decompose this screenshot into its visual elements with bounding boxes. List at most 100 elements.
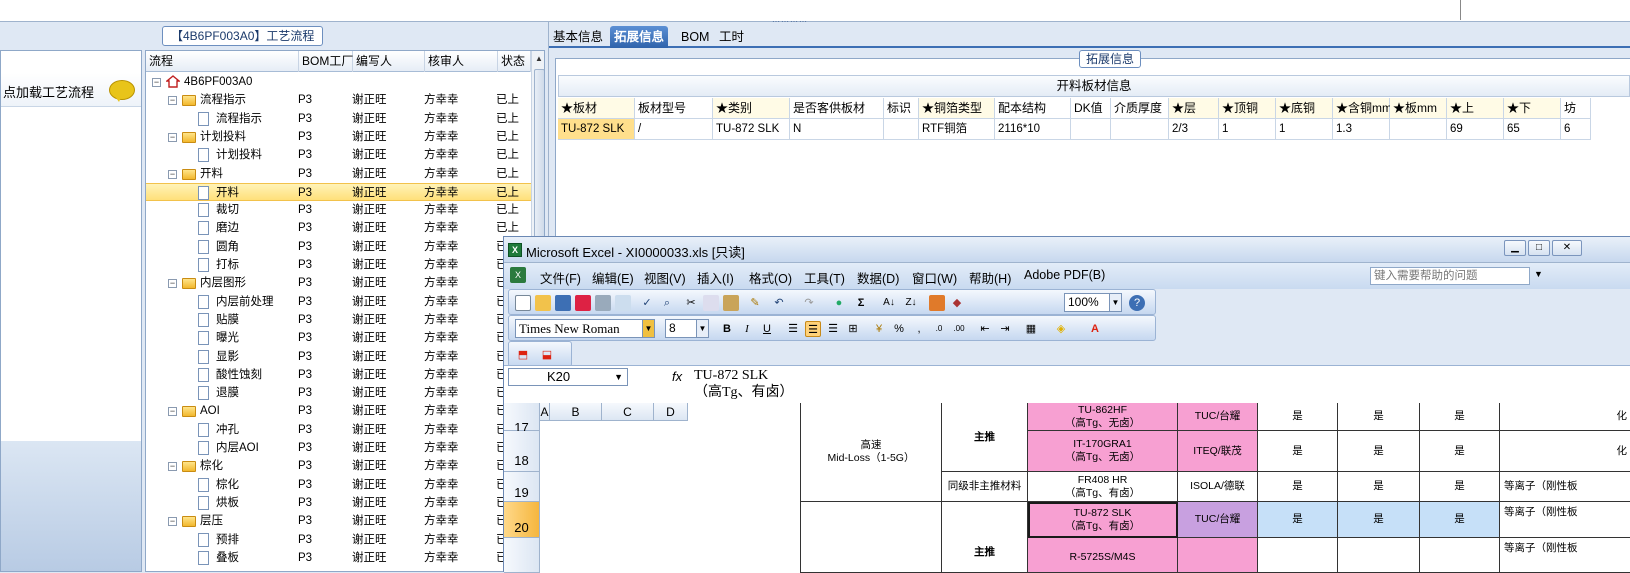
row-header-17[interactable]: 17 — [504, 403, 540, 435]
material-cell[interactable]: RTF铜箔 — [919, 119, 995, 140]
fx-icon[interactable]: fx — [672, 369, 682, 384]
material-cell[interactable] — [884, 119, 919, 140]
col-header-reviewer[interactable]: 核审人 — [425, 51, 498, 72]
tree-row[interactable]: −层压P3谢正旺方幸幸已上 — [146, 512, 531, 530]
material-col-header[interactable]: ★板mm — [1390, 98, 1447, 119]
material-col-header[interactable]: ★顶铜 — [1219, 98, 1276, 119]
tree-row[interactable]: 叠板P3谢正旺方幸幸已上 — [146, 549, 531, 567]
tree-row[interactable]: 显影P3谢正旺方幸幸已上 — [146, 348, 531, 366]
italic-icon[interactable]: I — [739, 321, 755, 337]
font-dropdown-icon[interactable]: ▼ — [642, 320, 654, 337]
supplier-cell-20[interactable]: TUC/台耀 — [1178, 502, 1258, 538]
print-icon[interactable] — [595, 295, 611, 311]
align-center-icon[interactable]: ☰ — [805, 321, 821, 337]
tree-row[interactable]: −AOIP3谢正旺方幸幸已上 — [146, 402, 531, 420]
process-cell-20[interactable]: 等离子（刚性板 — [1500, 502, 1630, 538]
minimize-icon[interactable]: ▁ — [1504, 240, 1526, 256]
align-left-icon[interactable]: ☰ — [785, 321, 801, 337]
research-icon[interactable]: ⌕ — [659, 295, 675, 311]
collapse-toggle-icon[interactable]: − — [168, 462, 177, 472]
tree-row[interactable]: 酸性蚀刻P3谢正旺方幸幸已上 — [146, 366, 531, 384]
yes-cell[interactable]: 是 — [1420, 502, 1500, 538]
tree-row[interactable]: 预排P3谢正旺方幸幸已上 — [146, 531, 531, 549]
undo-icon[interactable]: ↶ — [771, 295, 787, 311]
material-cell[interactable] — [1071, 119, 1111, 140]
fill-color-icon[interactable]: ◈ — [1053, 321, 1069, 337]
menu-window[interactable]: 窗口(W) — [912, 268, 957, 287]
menu-adobe-pdf[interactable]: Adobe PDF(B) — [1024, 268, 1105, 282]
tree-row[interactable]: 内层AOIP3谢正旺方幸幸已上 — [146, 439, 531, 457]
menu-edit[interactable]: 编辑(E) — [592, 268, 634, 287]
tree-row[interactable]: 打标P3谢正旺方幸幸已上 — [146, 256, 531, 274]
yes-cell[interactable]: 是 — [1420, 472, 1500, 502]
yes-cell[interactable]: 是 — [1338, 431, 1420, 472]
tree-row[interactable]: 开料 P3 谢正旺 方幸幸 已上 — [146, 182, 531, 202]
close-icon[interactable]: ✕ — [1552, 240, 1582, 256]
tree-row[interactable]: 冲孔P3谢正旺方幸幸已上 — [146, 421, 531, 439]
underline-icon[interactable]: U — [759, 321, 775, 337]
percent-icon[interactable]: % — [891, 321, 907, 337]
cut-icon[interactable]: ✂ — [683, 295, 699, 311]
material-col-header[interactable]: ★板材 — [558, 98, 635, 119]
menu-tools[interactable]: 工具(T) — [804, 268, 845, 287]
open-icon[interactable] — [535, 295, 551, 311]
material-cell[interactable] — [1390, 119, 1447, 140]
tree-row[interactable]: 棕化P3谢正旺方幸幸已上 — [146, 476, 531, 494]
format-painter-icon[interactable]: ✎ — [747, 295, 763, 311]
material-cell-17[interactable]: TU-862HF （高Tg、无卤） — [1028, 403, 1178, 431]
sort-ascending-icon[interactable]: A↓ — [881, 295, 897, 311]
align-right-icon[interactable]: ☰ — [825, 321, 841, 337]
scroll-up-icon[interactable]: ▲ — [535, 54, 543, 63]
material-cell[interactable]: 69 — [1447, 119, 1504, 140]
yes-cell[interactable]: 是 — [1258, 431, 1338, 472]
font-name-select[interactable]: Times New Roman ▼ — [515, 319, 655, 338]
copy-icon[interactable] — [703, 295, 719, 311]
tree-row[interactable]: 退膜P3谢正旺方幸幸已上 — [146, 384, 531, 402]
borders-icon[interactable]: ▦ — [1023, 321, 1039, 337]
tab-extended-info[interactable]: 拓展信息 — [610, 26, 669, 48]
font-size-dropdown-icon[interactable]: ▼ — [696, 320, 708, 337]
help-dropdown-icon[interactable]: ▼ — [1534, 269, 1543, 279]
name-box[interactable]: K20 ▼ — [508, 368, 628, 386]
process-cell-19[interactable]: 等离子（刚性板 — [1500, 472, 1630, 502]
pdf-email-icon[interactable]: ⬓ — [539, 347, 555, 363]
yes-cell[interactable]: 是 — [1258, 472, 1338, 502]
zoom-dropdown-icon[interactable]: ▼ — [1109, 294, 1121, 311]
material-cell-19[interactable]: FR408 HR （高Tg、有卤） — [1028, 472, 1178, 502]
permission-icon[interactable] — [575, 295, 591, 311]
material-cell[interactable]: 1.3 — [1333, 119, 1390, 140]
material-cell[interactable]: TU-872 SLK — [558, 119, 635, 140]
material-cell[interactable]: N — [790, 119, 884, 140]
name-box-dropdown-icon[interactable]: ▼ — [614, 369, 623, 385]
help-icon[interactable]: ? — [1129, 295, 1145, 311]
tree-row[interactable]: 裁切 P3 谢正旺 方幸幸 已上 — [146, 201, 531, 219]
tab-work-hours[interactable]: 工时 — [715, 26, 748, 48]
row-header-18[interactable]: 18 — [504, 431, 540, 472]
empty-category-cell[interactable] — [800, 502, 942, 573]
material-col-header[interactable]: ★类别 — [713, 98, 790, 119]
tree-row[interactable]: 烘板P3谢正旺方幸幸已上 — [146, 494, 531, 512]
decrease-decimal-icon[interactable]: .00 — [951, 321, 967, 337]
col-header-c[interactable]: C — [602, 403, 654, 421]
same-level-cell[interactable]: 同级非主推材料 — [942, 472, 1028, 502]
material-col-header[interactable]: 是否客供板材 — [790, 98, 884, 119]
hyperlink-icon[interactable]: ● — [831, 295, 847, 311]
material-col-header[interactable]: DK值 — [1071, 98, 1111, 119]
tree-row[interactable]: − 开料 P3 谢正旺 方幸幸 已上 — [146, 165, 531, 183]
process-cell-18[interactable]: 化 — [1500, 431, 1630, 472]
paste-icon[interactable] — [723, 295, 739, 311]
spelling-icon[interactable]: ✓ — [639, 295, 655, 311]
collapse-toggle-icon[interactable]: − — [168, 132, 177, 142]
tree-row[interactable]: 贴膜P3谢正旺方幸幸已上 — [146, 311, 531, 329]
menu-data[interactable]: 数据(D) — [857, 268, 899, 287]
collapse-toggle-icon[interactable]: − — [168, 407, 177, 417]
empty-cell[interactable] — [1338, 538, 1420, 573]
collapse-toggle-icon[interactable]: − — [168, 517, 177, 527]
tree-row[interactable]: −内层图形P3谢正旺方幸幸已上 — [146, 274, 531, 292]
main-recommend-cell-2[interactable]: 主推 — [942, 502, 1028, 573]
material-col-header[interactable]: 配本结构 — [995, 98, 1071, 119]
material-col-header[interactable]: 坊 — [1561, 98, 1591, 119]
sort-descending-icon[interactable]: Z↓ — [903, 295, 919, 311]
increase-decimal-icon[interactable]: .0 — [931, 321, 947, 337]
tab-bom[interactable]: BOM — [677, 26, 713, 48]
